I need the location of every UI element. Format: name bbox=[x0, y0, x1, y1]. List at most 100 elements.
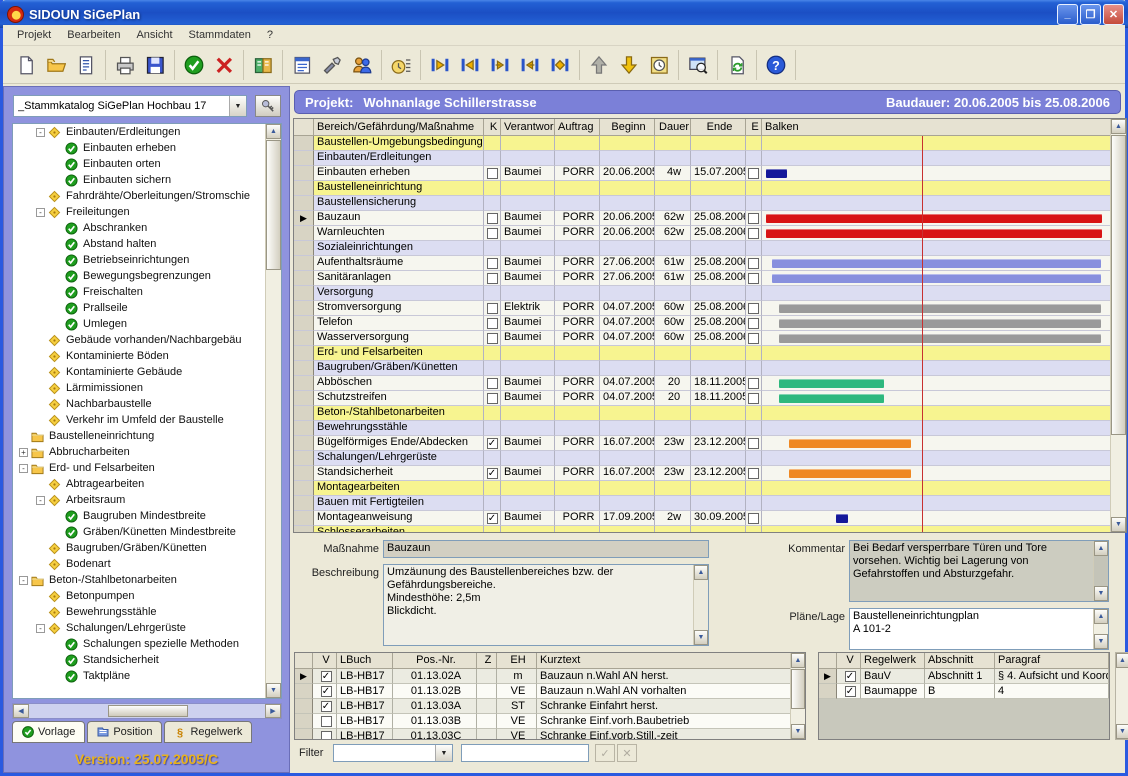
tree-item[interactable]: Kontaminierte Böden bbox=[13, 348, 265, 364]
tree-item[interactable]: Bodenart bbox=[13, 556, 265, 572]
minimize-button[interactable]: _ bbox=[1057, 4, 1078, 25]
row-selector[interactable] bbox=[294, 421, 314, 436]
plaene-scrollbar[interactable]: ▲ ▼ bbox=[1093, 609, 1108, 649]
e-checkbox-cell[interactable] bbox=[746, 331, 762, 346]
e-checkbox-cell[interactable] bbox=[746, 511, 762, 526]
v-checkbox-cell[interactable] bbox=[313, 729, 337, 739]
calendar-clock-button[interactable] bbox=[644, 51, 674, 79]
row-selector[interactable] bbox=[294, 451, 314, 466]
column-header-verantwor[interactable]: Verantwor bbox=[501, 119, 555, 136]
filter-dropdown[interactable]: ▼ bbox=[333, 744, 453, 762]
checkbox[interactable] bbox=[748, 258, 759, 269]
scroll-up-icon[interactable]: ▲ bbox=[1116, 653, 1128, 668]
tree-item[interactable]: Abtragearbeiten bbox=[13, 476, 265, 492]
cancel-button[interactable] bbox=[209, 51, 239, 79]
tree-item[interactable]: Baugruben Mindestbreite bbox=[13, 508, 265, 524]
gantt-task-row[interactable]: Einbauten erhebenBaumeiPORR20.06.20054w1… bbox=[294, 166, 1111, 181]
bar-link-button[interactable] bbox=[545, 51, 575, 79]
tree-item[interactable]: Einbauten orten bbox=[13, 156, 265, 172]
checkbox[interactable] bbox=[321, 731, 332, 740]
column-header-posnr[interactable]: Pos.-Nr. bbox=[393, 653, 477, 669]
scroll-up-icon[interactable]: ▲ bbox=[266, 124, 281, 139]
v-checkbox-cell[interactable]: ✓ bbox=[313, 684, 337, 699]
tree-item[interactable]: Taktpläne bbox=[13, 668, 265, 684]
v-checkbox-cell[interactable]: ✓ bbox=[837, 684, 861, 699]
menu-item-bearbeiten[interactable]: Bearbeiten bbox=[59, 27, 128, 43]
help-button[interactable]: ? bbox=[761, 51, 791, 79]
row-selector[interactable] bbox=[819, 684, 837, 699]
checkbox[interactable] bbox=[748, 318, 759, 329]
column-header-balken[interactable]: Balken bbox=[762, 119, 1111, 136]
beschreibung-scrollbar[interactable]: ▲ ▼ bbox=[693, 565, 708, 645]
row-selector[interactable] bbox=[294, 271, 314, 286]
tree-hscrollbar[interactable]: ◀ ▶ bbox=[12, 703, 282, 719]
column-header-bereichgefhrdungmanahme[interactable]: Bereich/Gefährdung/Maßnahme bbox=[314, 119, 484, 136]
menu-item-stammdaten[interactable]: Stammdaten bbox=[181, 27, 259, 43]
checkbox[interactable] bbox=[487, 168, 498, 179]
gantt-task-row[interactable]: Montageanweisung✓BaumeiPORR17.09.20052w3… bbox=[294, 511, 1111, 526]
bar-shrink-left-button[interactable] bbox=[425, 51, 455, 79]
gantt-task-row[interactable]: AbböschenBaumeiPORR04.07.20052018.11.200… bbox=[294, 376, 1111, 391]
row-selector[interactable] bbox=[294, 526, 314, 532]
menu-item-ansicht[interactable]: Ansicht bbox=[128, 27, 180, 43]
scroll-down-icon[interactable]: ▼ bbox=[1116, 724, 1128, 739]
scrollbar-thumb[interactable] bbox=[791, 669, 805, 709]
checkbox-checked[interactable]: ✓ bbox=[321, 701, 332, 712]
tab-regelwerk[interactable]: §Regelwerk bbox=[164, 721, 252, 743]
k-checkbox-cell[interactable]: ✓ bbox=[484, 436, 501, 451]
kommentar-field[interactable]: Bei Bedarf versperrbare Türen und Tore v… bbox=[849, 540, 1109, 602]
checkbox[interactable] bbox=[748, 333, 759, 344]
gantt-task-row[interactable]: WasserversorgungBaumeiPORR04.07.200560w2… bbox=[294, 331, 1111, 346]
column-header-e[interactable]: E bbox=[746, 119, 762, 136]
v-checkbox-cell[interactable]: ✓ bbox=[313, 699, 337, 714]
row-selector[interactable] bbox=[295, 684, 313, 699]
positions-scrollbar[interactable]: ▲ ▼ bbox=[790, 653, 805, 739]
table-row[interactable]: LB-HB1701.13.03BVESchranke Einf.vorh.Bau… bbox=[295, 714, 790, 729]
column-header-v[interactable]: V bbox=[837, 653, 861, 669]
row-selector[interactable] bbox=[294, 346, 314, 361]
collapse-icon[interactable]: - bbox=[36, 496, 45, 505]
tree-item[interactable]: Umlegen bbox=[13, 316, 265, 332]
right-panel-scrollbar[interactable]: ▲ ▼ bbox=[1115, 652, 1128, 740]
column-header-ende[interactable]: Ende bbox=[691, 119, 746, 136]
move-down-button[interactable] bbox=[614, 51, 644, 79]
row-selector[interactable] bbox=[294, 361, 314, 376]
table-row[interactable]: ✓LB-HB1701.13.02BVEBauzaun n.Wahl AN vor… bbox=[295, 684, 790, 699]
v-checkbox-cell[interactable]: ✓ bbox=[837, 669, 861, 684]
filter-apply-button[interactable]: ✓ bbox=[595, 744, 615, 762]
checkbox[interactable] bbox=[487, 333, 498, 344]
gantt-task-row[interactable]: ▶BauzaunBaumeiPORR20.06.200562w25.08.200… bbox=[294, 211, 1111, 226]
tree-item[interactable]: -Erd- und Felsarbeiten bbox=[13, 460, 265, 476]
gantt-task-row[interactable]: SchutzstreifenBaumeiPORR04.07.20052018.1… bbox=[294, 391, 1111, 406]
view-document-button[interactable] bbox=[71, 51, 101, 79]
table-row[interactable]: ▶✓LB-HB1701.13.02AmBauzaun n.Wahl AN her… bbox=[295, 669, 790, 684]
scroll-left-icon[interactable]: ◀ bbox=[13, 704, 29, 718]
chevron-down-icon[interactable]: ▼ bbox=[435, 745, 452, 761]
gantt-task-row[interactable]: AufenthaltsräumeBaumeiPORR27.06.200561w2… bbox=[294, 256, 1111, 271]
stopwatch-list-button[interactable] bbox=[386, 51, 416, 79]
column-header-regelwerk[interactable]: Regelwerk bbox=[861, 653, 925, 669]
checkbox[interactable] bbox=[748, 273, 759, 284]
row-selector[interactable] bbox=[294, 136, 314, 151]
catalog-dropdown[interactable]: _Stammkatalog SiGePlan Hochbau 17 ▼ bbox=[13, 95, 247, 117]
checkbox[interactable] bbox=[487, 228, 498, 239]
gantt-section-row[interactable]: Schlosserarbeiten bbox=[294, 526, 1111, 532]
row-selector[interactable] bbox=[294, 166, 314, 181]
checkbox-checked[interactable]: ✓ bbox=[845, 686, 856, 697]
plaene-field[interactable]: Baustelleneinrichtungplan A 101-2 ▲ ▼ bbox=[849, 608, 1109, 650]
collapse-icon[interactable]: - bbox=[36, 624, 45, 633]
collapse-icon[interactable]: - bbox=[36, 208, 45, 217]
e-checkbox-cell[interactable] bbox=[746, 166, 762, 181]
row-selector[interactable] bbox=[294, 511, 314, 526]
chevron-down-icon[interactable]: ▼ bbox=[229, 96, 246, 116]
gantt-section-row[interactable]: Bauen mit Fertigteilen bbox=[294, 496, 1111, 511]
gantt-section-row[interactable]: Baugruben/Gräben/Künetten bbox=[294, 361, 1111, 376]
tab-vorlage[interactable]: Vorlage bbox=[12, 721, 85, 743]
expand-icon[interactable]: + bbox=[19, 448, 28, 457]
gantt-section-row[interactable]: Baustellen-Umgebungsbedingung bbox=[294, 136, 1111, 151]
gantt-section-row[interactable]: Sozialeinrichtungen bbox=[294, 241, 1111, 256]
row-selector[interactable] bbox=[294, 376, 314, 391]
checkbox[interactable] bbox=[487, 213, 498, 224]
e-checkbox-cell[interactable] bbox=[746, 271, 762, 286]
row-selector[interactable] bbox=[294, 286, 314, 301]
